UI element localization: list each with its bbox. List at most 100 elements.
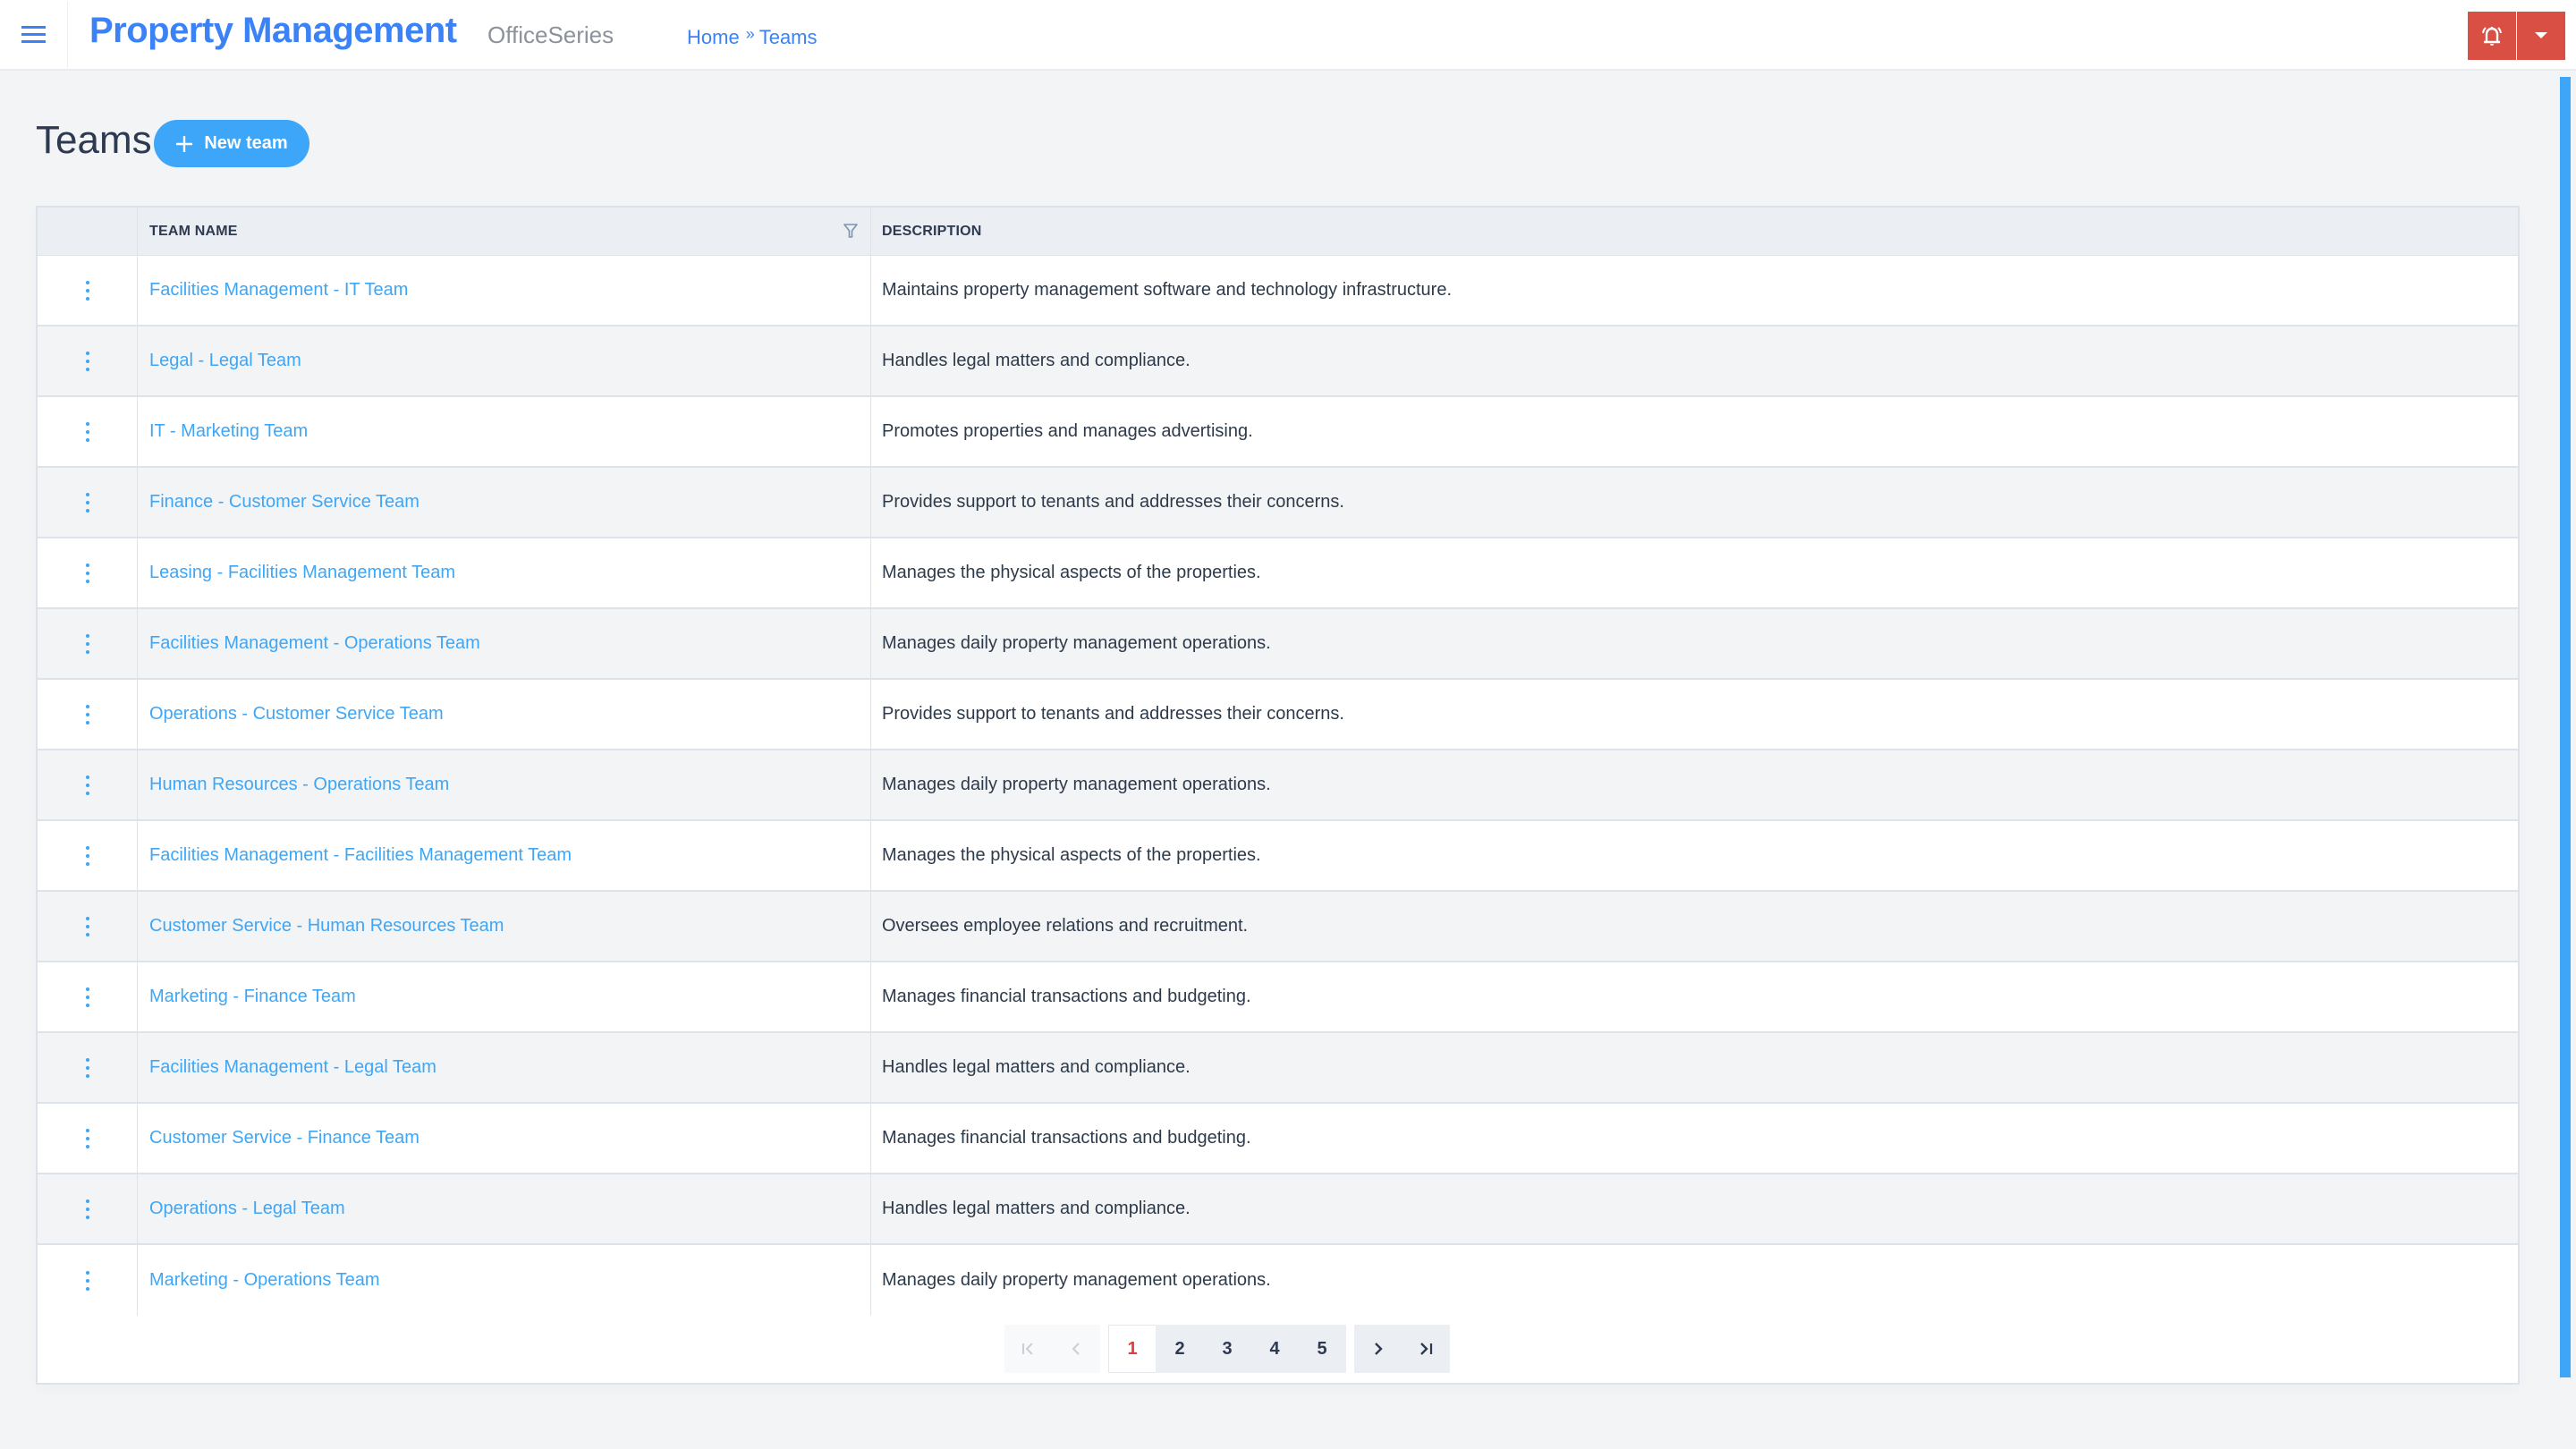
team-name-link[interactable]: Facilities Management - IT Team <box>149 280 408 301</box>
more-options-icon[interactable] <box>82 703 93 726</box>
row-actions-cell <box>38 397 138 466</box>
caret-down-icon <box>2535 32 2547 38</box>
team-name-link[interactable]: IT - Marketing Team <box>149 421 308 442</box>
table-row: Facilities Management - Operations Team M… <box>38 609 2518 680</box>
more-options-icon[interactable] <box>82 1127 93 1150</box>
table-row: Facilities Management - Facilities Manag… <box>38 821 2518 892</box>
previous-page-button[interactable] <box>1052 1325 1100 1373</box>
row-actions-cell <box>38 1033 138 1102</box>
dot <box>85 288 89 292</box>
table-row: Human Resources - Operations Team Manages… <box>38 750 2518 821</box>
page-button-5[interactable]: 5 <box>1298 1325 1346 1373</box>
last-page-button[interactable] <box>1402 1325 1450 1373</box>
more-options-icon[interactable] <box>82 491 93 514</box>
more-options-icon[interactable] <box>82 844 93 868</box>
team-name-link[interactable]: Customer Service - Finance Team <box>149 1128 419 1148</box>
more-options-icon[interactable] <box>82 279 93 302</box>
table-row: Customer Service - Finance Team Manages f… <box>38 1104 2518 1174</box>
breadcrumb-separator: » <box>745 25 755 43</box>
team-name-link[interactable]: Facilities Management - Legal Team <box>149 1057 436 1078</box>
dot <box>85 571 89 575</box>
dot <box>85 775 89 779</box>
team-name-cell: Operations - Legal Team <box>138 1174 871 1243</box>
more-options-icon[interactable] <box>82 420 93 444</box>
team-name-cell: IT - Marketing Team <box>138 397 871 466</box>
page-button-2[interactable]: 2 <box>1156 1325 1204 1373</box>
dot <box>85 492 89 496</box>
row-actions-cell <box>38 609 138 678</box>
hamburger-line <box>21 40 46 43</box>
team-name-cell: Marketing - Finance Team <box>138 962 871 1031</box>
topbar-divider <box>67 2 68 68</box>
column-header-description: DESCRIPTION <box>882 224 982 239</box>
page-button-1[interactable]: 1 <box>1108 1325 1157 1373</box>
plus-icon <box>176 135 193 152</box>
team-name-link[interactable]: Leasing - Facilities Management Team <box>149 563 455 583</box>
description-cell: Provides support to tenants and addresse… <box>882 492 1344 512</box>
new-team-button[interactable]: New team <box>154 120 309 167</box>
dot <box>85 1144 89 1148</box>
more-options-icon[interactable] <box>82 774 93 797</box>
user-menu-dropdown-button[interactable] <box>2517 12 2565 60</box>
dot <box>85 995 89 999</box>
team-name-link[interactable]: Operations - Legal Team <box>149 1199 345 1219</box>
team-name-link[interactable]: Facilities Management - Operations Team <box>149 633 480 654</box>
more-options-icon[interactable] <box>82 986 93 1009</box>
team-name-link[interactable]: Human Resources - Operations Team <box>149 775 449 795</box>
team-name-cell: Finance - Customer Service Team <box>138 468 871 537</box>
team-name-cell: Marketing - Operations Team <box>138 1245 871 1316</box>
team-name-link[interactable]: Legal - Legal Team <box>149 351 301 371</box>
next-page-icon <box>1375 1343 1383 1355</box>
team-name-link[interactable]: Finance - Customer Service Team <box>149 492 419 513</box>
table-row: Finance - Customer Service Team Provides … <box>38 468 2518 538</box>
breadcrumb-home-link[interactable]: Home <box>687 26 740 49</box>
more-options-icon[interactable] <box>82 1056 93 1080</box>
app-title[interactable]: Property Management <box>89 11 457 51</box>
last-page-icon <box>1420 1343 1433 1355</box>
more-options-icon[interactable] <box>82 350 93 373</box>
description-cell: Manages the physical aspects of the prop… <box>882 563 1261 582</box>
row-actions-cell <box>38 538 138 607</box>
dot <box>85 1199 89 1203</box>
page-button-4[interactable]: 4 <box>1250 1325 1299 1373</box>
notifications-button[interactable] <box>2468 12 2516 60</box>
table-row: Operations - Customer Service Team Provid… <box>38 680 2518 750</box>
description-cell: Oversees employee relations and recruitm… <box>882 916 1249 936</box>
dot <box>85 280 89 284</box>
column-header-team-name[interactable]: TEAM NAME <box>138 208 871 256</box>
page-scrollbar[interactable] <box>2560 77 2571 1377</box>
dot <box>85 579 89 583</box>
hamburger-menu-icon[interactable] <box>16 18 52 52</box>
dot <box>85 924 89 928</box>
more-options-icon[interactable] <box>82 632 93 656</box>
team-name-link[interactable]: Facilities Management - Facilities Manag… <box>149 845 572 866</box>
team-name-cell: Customer Service - Finance Team <box>138 1104 871 1173</box>
more-options-icon[interactable] <box>82 1269 93 1292</box>
page-title: Teams <box>36 118 152 162</box>
top-bar: Property Management OfficeSeries Home » … <box>0 0 2576 71</box>
bell-ringing-icon <box>2482 27 2502 46</box>
row-actions-cell <box>38 468 138 537</box>
more-options-icon[interactable] <box>82 915 93 938</box>
description-cell: Promotes properties and manages advertis… <box>882 421 1253 441</box>
first-page-button[interactable] <box>1004 1325 1053 1373</box>
dot <box>85 932 89 936</box>
breadcrumb: Home » Teams <box>687 25 818 49</box>
filter-icon[interactable] <box>843 224 858 238</box>
team-name-link[interactable]: Operations - Customer Service Team <box>149 704 444 724</box>
team-name-link[interactable]: Marketing - Finance Team <box>149 987 356 1007</box>
previous-page-icon <box>1072 1343 1080 1355</box>
dot <box>85 649 89 654</box>
team-name-link[interactable]: Marketing - Operations Team <box>149 1270 380 1291</box>
more-options-icon[interactable] <box>82 562 93 585</box>
more-options-icon[interactable] <box>82 1198 93 1221</box>
next-page-button[interactable] <box>1354 1325 1402 1373</box>
page-button-3[interactable]: 3 <box>1203 1325 1251 1373</box>
team-name-link[interactable]: Customer Service - Human Resources Team <box>149 916 504 936</box>
row-actions-cell <box>38 256 138 325</box>
dot <box>85 359 89 363</box>
dot <box>85 1278 89 1283</box>
table-row: Facilities Management - Legal Team Handle… <box>38 1033 2518 1104</box>
hamburger-line <box>21 33 46 36</box>
breadcrumb-current-link[interactable]: Teams <box>759 26 818 49</box>
